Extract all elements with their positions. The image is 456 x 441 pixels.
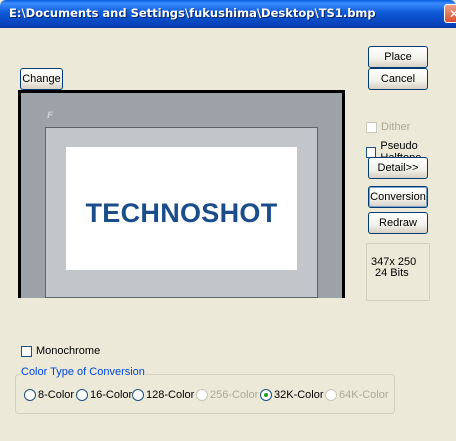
radio-button-icon[interactable] [24,389,36,401]
radio-128-color-label: 128-Color [146,389,195,401]
redraw-button[interactable]: Redraw [368,212,428,234]
title-bar[interactable]: E:\Documents and Settings\fukushima\Desk… [0,0,456,28]
panel-screen-frame: TECHNOSHOT [45,127,318,298]
panel-logo: F [47,111,54,121]
image-info-box: 347x 250 24 Bits [366,243,430,301]
dither-checkbox-box[interactable] [366,121,377,133]
dither-label: Dither [381,121,411,133]
dialog-window: E:\Documents and Settings\fukushima\Desk… [0,0,456,441]
radio-32k-color[interactable]: 32K-Color [260,389,324,401]
image-bits-text: 24 Bits [375,267,409,279]
radio-32k-color-label: 32K-Color [274,389,324,401]
place-button[interactable]: Place [368,46,428,68]
radio-16-color-label: 16-Color [90,389,133,401]
monochrome-checkbox[interactable]: Monochrome [21,345,100,357]
radio-button-icon[interactable] [196,389,208,401]
radio-128-color[interactable]: 128-Color [132,389,194,401]
radio-256-color-label: 256-Color [210,389,259,401]
brand-logo-text: TECHNOSHOT [85,198,278,228]
dither-checkbox[interactable]: Dither [366,121,410,133]
cancel-button[interactable]: Cancel [368,68,428,90]
detail-button[interactable]: Detail>> [368,157,428,179]
monochrome-checkbox-box[interactable] [21,345,32,357]
radio-8-color-label: 8-Color [38,389,75,401]
close-icon[interactable]: ✕ [444,4,456,23]
image-preview: F TECHNOSHOT [18,90,345,298]
panel-screen: TECHNOSHOT [66,147,297,270]
monochrome-label: Monochrome [36,345,101,357]
radio-selected-icon[interactable] [260,389,272,401]
color-type-group-label: Color Type of Conversion [20,366,146,378]
change-button[interactable]: Change [20,68,63,90]
radio-256-color[interactable]: 256-Color [196,389,258,401]
pseudo-halftone-checkbox-box[interactable] [366,146,377,158]
radio-button-icon[interactable] [325,389,337,401]
radio-button-icon[interactable] [76,389,88,401]
radio-64k-color[interactable]: 64K-Color [325,389,389,401]
conversion-button[interactable]: Conversion [368,186,428,208]
radio-16-color[interactable]: 16-Color [76,389,132,401]
radio-button-icon[interactable] [132,389,144,401]
radio-8-color[interactable]: 8-Color [24,389,74,401]
radio-64k-color-label: 64K-Color [339,389,389,401]
panel-bezel: F TECHNOSHOT [21,93,342,298]
window-title: E:\Documents and Settings\fukushima\Desk… [9,6,376,20]
